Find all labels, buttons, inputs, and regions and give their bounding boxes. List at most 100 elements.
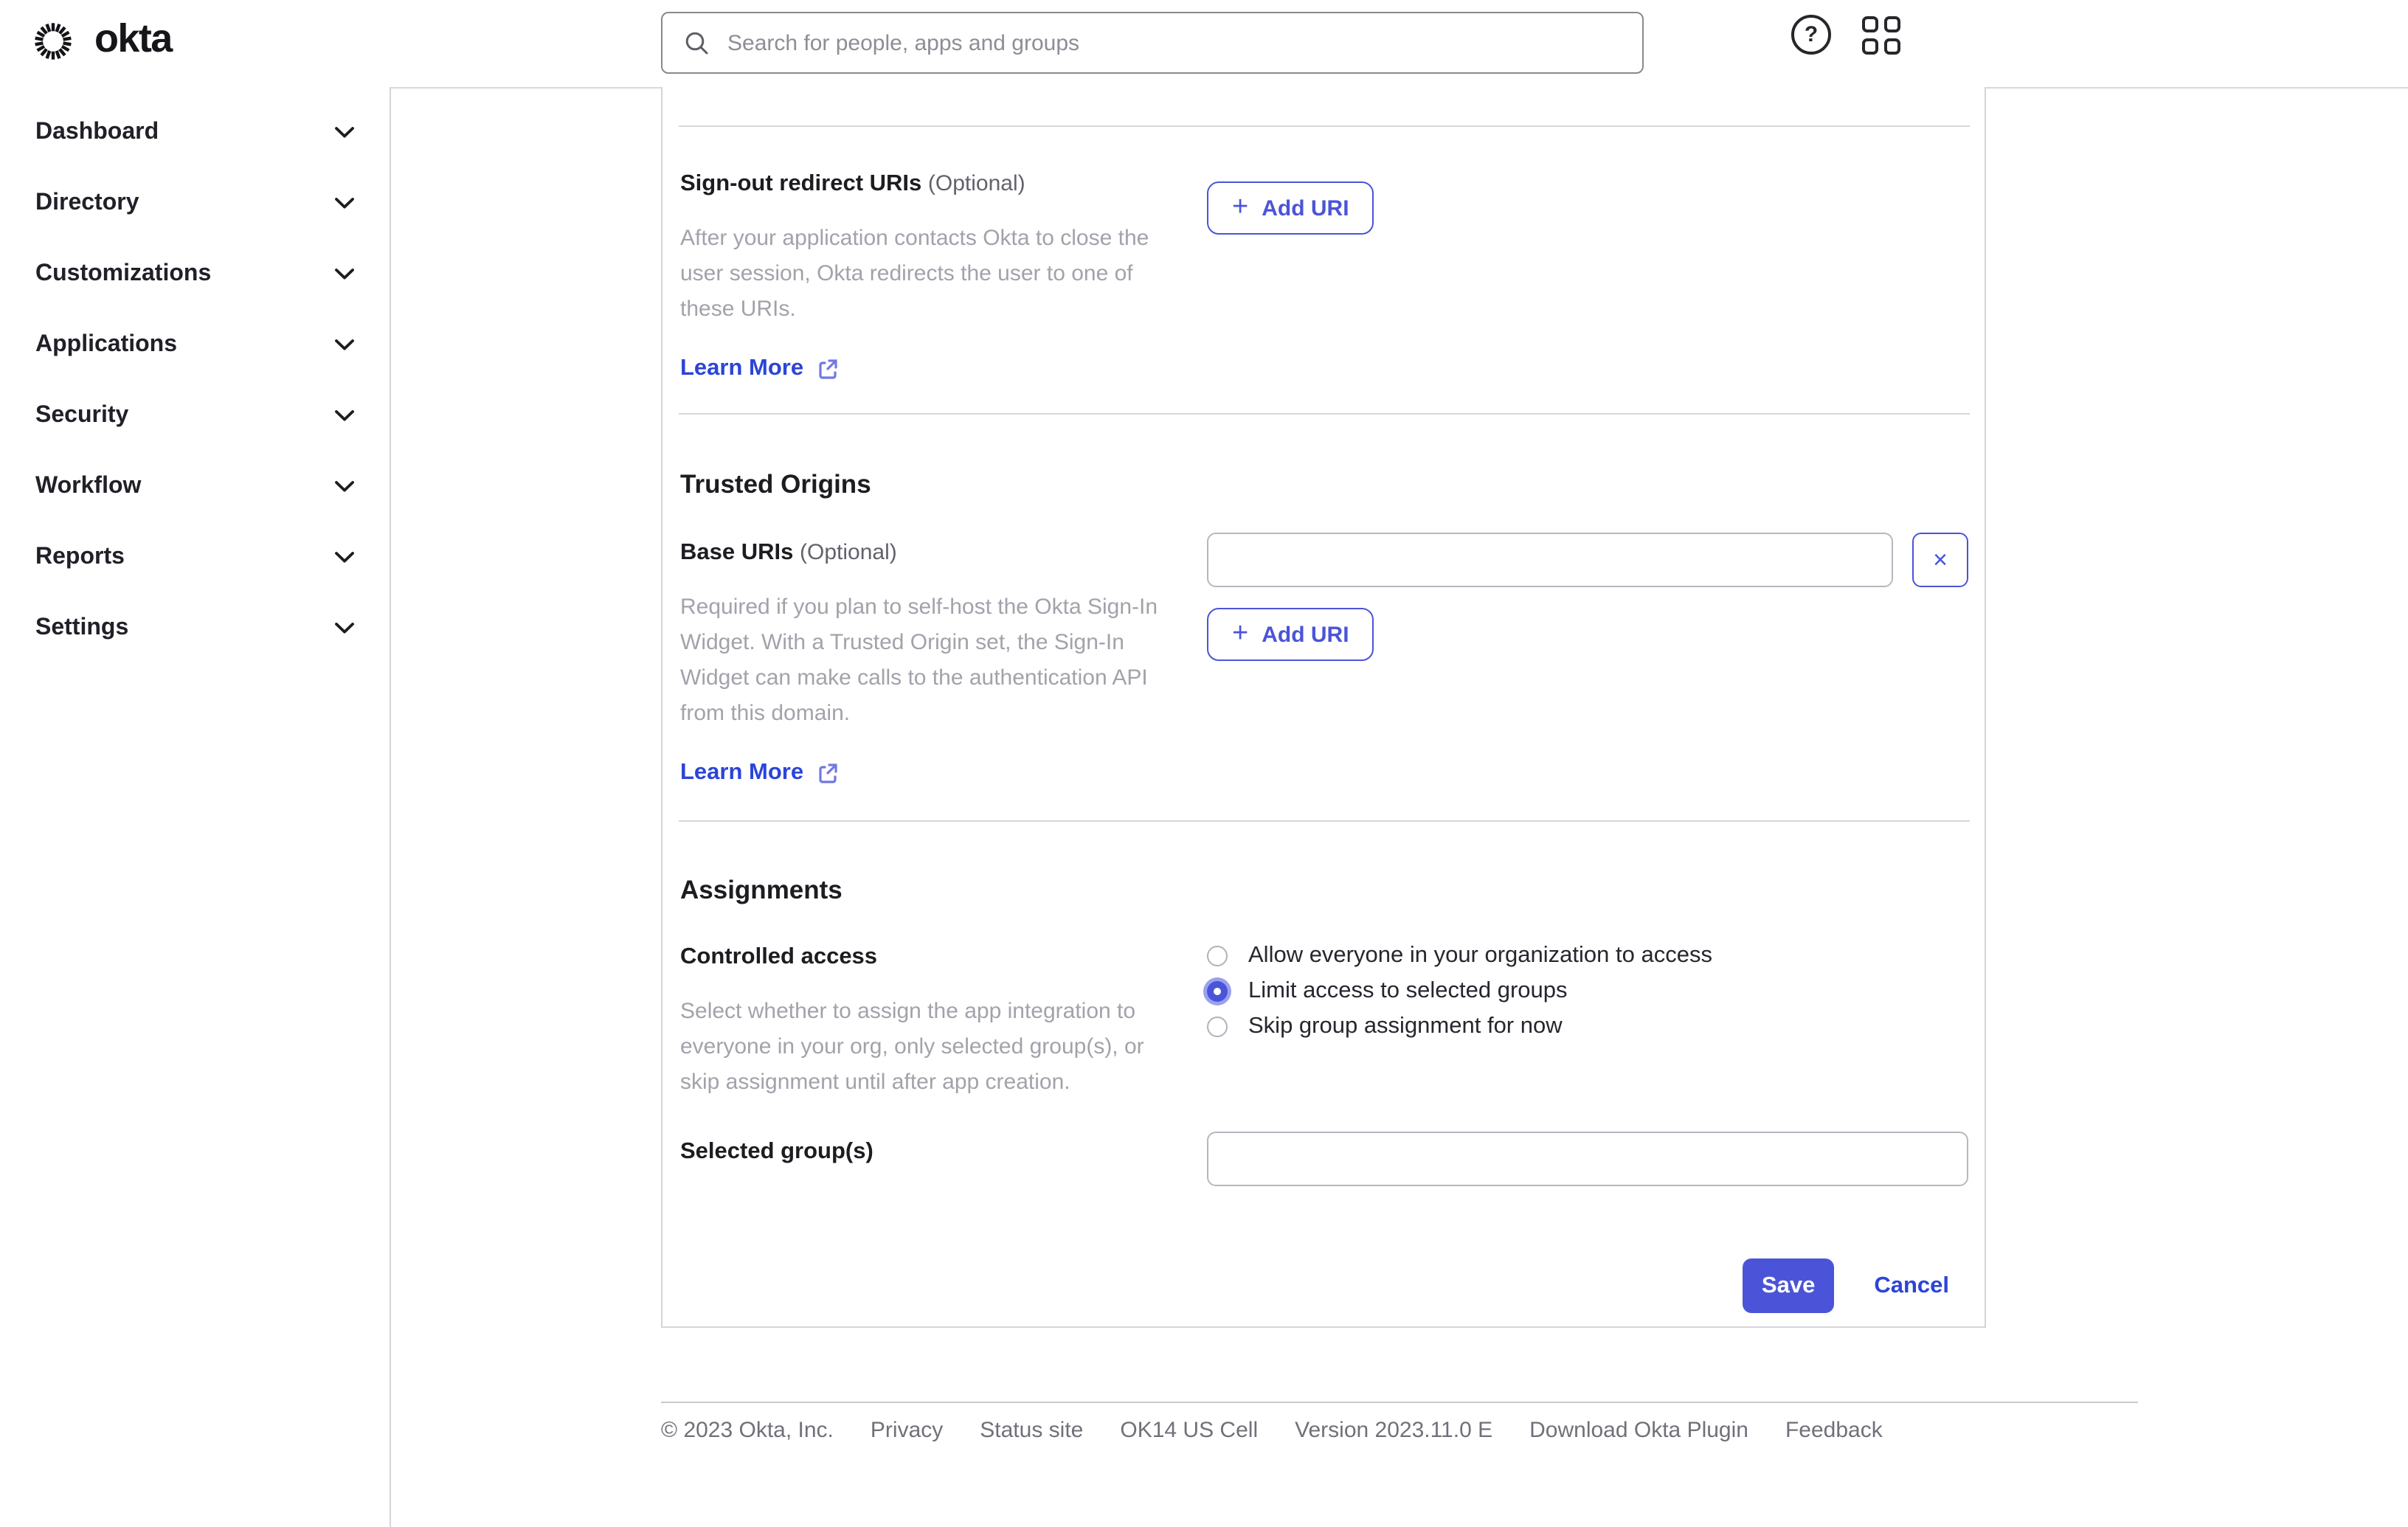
controlled-access-label: Controlled access bbox=[680, 943, 1207, 972]
sidebar-item-label: Directory bbox=[35, 190, 139, 215]
apps-grid-icon[interactable] bbox=[1862, 16, 1900, 55]
cancel-button[interactable]: Cancel bbox=[1874, 1272, 1949, 1299]
top-header: okta ? bbox=[0, 0, 2408, 89]
add-uri-label: Add URI bbox=[1262, 195, 1349, 221]
sidebar-item-security[interactable]: Security bbox=[0, 381, 390, 451]
optional-tag: (Optional) bbox=[800, 540, 897, 565]
chevron-down-icon bbox=[335, 127, 354, 138]
learn-more-link[interactable]: Learn More bbox=[680, 356, 803, 382]
chevron-down-icon bbox=[335, 623, 354, 634]
radio-allow-everyone[interactable]: Allow everyone in your organization to a… bbox=[1207, 938, 1968, 974]
footer-link-feedback[interactable]: Feedback bbox=[1785, 1418, 1883, 1444]
external-link-icon bbox=[818, 359, 837, 379]
add-base-uri-button[interactable]: + Add URI bbox=[1207, 608, 1374, 661]
learn-more-link[interactable]: Learn More bbox=[680, 760, 803, 786]
signout-right-column: + Add URI bbox=[1207, 170, 1968, 382]
signout-redirect-section: Sign-out redirect URIs (Optional) After … bbox=[679, 125, 1970, 413]
signout-left-column: Sign-out redirect URIs (Optional) After … bbox=[680, 170, 1207, 382]
chevron-down-icon bbox=[335, 269, 354, 280]
signout-learn-more: Learn More bbox=[680, 356, 1207, 382]
sidebar-item-label: Customizations bbox=[35, 261, 212, 286]
base-uris-learn-more: Learn More bbox=[680, 760, 1207, 786]
save-button[interactable]: Save bbox=[1742, 1258, 1835, 1313]
sidebar-item-settings[interactable]: Settings bbox=[0, 593, 390, 664]
okta-admin-console: okta ? Dashboard D bbox=[0, 0, 2408, 1527]
radio-skip-group-assignment[interactable]: Skip group assignment for now bbox=[1207, 1009, 1968, 1045]
footer-link-privacy[interactable]: Privacy bbox=[871, 1418, 943, 1444]
sidebar-item-label: Dashboard bbox=[35, 120, 159, 145]
chevron-down-icon bbox=[335, 339, 354, 350]
selected-groups-input[interactable] bbox=[1207, 1132, 1968, 1186]
sidebar-item-label: Reports bbox=[35, 544, 125, 569]
grid-cell bbox=[1884, 38, 1900, 55]
radio-circle bbox=[1207, 946, 1228, 966]
close-icon: × bbox=[1933, 546, 1948, 574]
trusted-origins-heading: Trusted Origins bbox=[680, 469, 871, 499]
selected-groups-label: Selected group(s) bbox=[680, 1132, 1207, 1186]
radio-label: Skip group assignment for now bbox=[1248, 1014, 1563, 1039]
sidebar-item-workflow[interactable]: Workflow bbox=[0, 451, 390, 522]
controlled-access-label-text: Controlled access bbox=[680, 944, 878, 969]
add-signout-uri-button[interactable]: + Add URI bbox=[1207, 181, 1374, 235]
radio-circle bbox=[1207, 981, 1228, 1002]
controlled-access-description: Select whether to assign the app integra… bbox=[680, 999, 1144, 1095]
plus-icon: + bbox=[1232, 191, 1249, 222]
plus-icon: + bbox=[1232, 617, 1249, 648]
selected-groups-right-column bbox=[1207, 1132, 1968, 1186]
copyright-text: © 2023 Okta, Inc. bbox=[661, 1418, 834, 1443]
base-uri-row: × bbox=[1207, 533, 1968, 587]
grid-cell bbox=[1884, 16, 1900, 32]
signout-uris-label: Sign-out redirect URIs (Optional) bbox=[680, 170, 1207, 199]
radio-label: Allow everyone in your organization to a… bbox=[1248, 943, 1712, 968]
card-top-spacer bbox=[662, 87, 1985, 125]
footer-version-info: Version 2023.11.0 E bbox=[1295, 1418, 1493, 1443]
page-footer: © 2023 Okta, Inc. Privacy Status site OK… bbox=[661, 1402, 2138, 1444]
sidebar-item-label: Security bbox=[35, 403, 129, 428]
assignments-section: Assignments Controlled access Select whe… bbox=[679, 820, 1970, 1326]
global-search[interactable] bbox=[661, 12, 1644, 74]
base-uris-description: Required if you plan to self-host the Ok… bbox=[680, 595, 1158, 726]
search-icon bbox=[685, 31, 708, 54]
footer-link-download-plugin[interactable]: Download Okta Plugin bbox=[1529, 1418, 1748, 1444]
base-uri-input[interactable] bbox=[1207, 533, 1893, 587]
assignments-heading: Assignments bbox=[680, 875, 843, 904]
signout-uris-label-text: Sign-out redirect URIs bbox=[680, 171, 922, 196]
external-link-icon bbox=[818, 764, 837, 783]
radio-circle bbox=[1207, 1017, 1228, 1037]
chevron-down-icon bbox=[335, 481, 354, 492]
sidebar-nav: Dashboard Directory Customizations Appli… bbox=[0, 87, 391, 1527]
base-uris-label: Base URIs (Optional) bbox=[680, 533, 1207, 568]
controlled-access-options: Allow everyone in your organization to a… bbox=[1207, 938, 1968, 1101]
chevron-down-icon bbox=[335, 552, 354, 563]
radio-label: Limit access to selected groups bbox=[1248, 978, 1568, 1003]
help-glyph: ? bbox=[1804, 22, 1819, 47]
signout-description: After your application contacts Okta to … bbox=[680, 226, 1149, 322]
sidebar-item-label: Workflow bbox=[35, 474, 142, 499]
base-uris-right-column: × + Add URI bbox=[1207, 533, 1968, 786]
controlled-access-left-column: Controlled access Select whether to assi… bbox=[680, 943, 1207, 1101]
sidebar-item-label: Settings bbox=[35, 615, 129, 640]
sidebar-item-reports[interactable]: Reports bbox=[0, 522, 390, 593]
form-actions: Save Cancel bbox=[680, 1258, 1968, 1313]
chevron-down-icon bbox=[335, 198, 354, 209]
help-icon[interactable]: ? bbox=[1791, 15, 1831, 55]
trusted-origins-section: Trusted Origins Base URIs (Optional) Req… bbox=[679, 413, 1970, 820]
sidebar-item-customizations[interactable]: Customizations bbox=[0, 239, 390, 310]
sidebar-item-dashboard[interactable]: Dashboard bbox=[0, 97, 390, 168]
sidebar-item-label: Applications bbox=[35, 332, 178, 357]
optional-tag: (Optional) bbox=[927, 171, 1025, 196]
sidebar-item-directory[interactable]: Directory bbox=[0, 168, 390, 239]
remove-uri-button[interactable]: × bbox=[1912, 533, 1968, 587]
footer-cell-info: OK14 US Cell bbox=[1120, 1418, 1259, 1443]
add-uri-label: Add URI bbox=[1262, 622, 1349, 647]
search-input[interactable] bbox=[724, 12, 1642, 74]
app-settings-card: Sign-out redirect URIs (Optional) After … bbox=[661, 87, 1986, 1328]
footer-link-status-site[interactable]: Status site bbox=[980, 1418, 1083, 1444]
grid-cell bbox=[1862, 38, 1878, 55]
okta-sunburst-icon bbox=[35, 23, 72, 60]
radio-limit-selected-groups[interactable]: Limit access to selected groups bbox=[1207, 974, 1968, 1009]
okta-logo[interactable]: okta bbox=[31, 18, 173, 63]
base-uris-left-column: Base URIs (Optional) Required if you pla… bbox=[680, 533, 1207, 786]
chevron-down-icon bbox=[335, 410, 354, 421]
sidebar-item-applications[interactable]: Applications bbox=[0, 310, 390, 381]
